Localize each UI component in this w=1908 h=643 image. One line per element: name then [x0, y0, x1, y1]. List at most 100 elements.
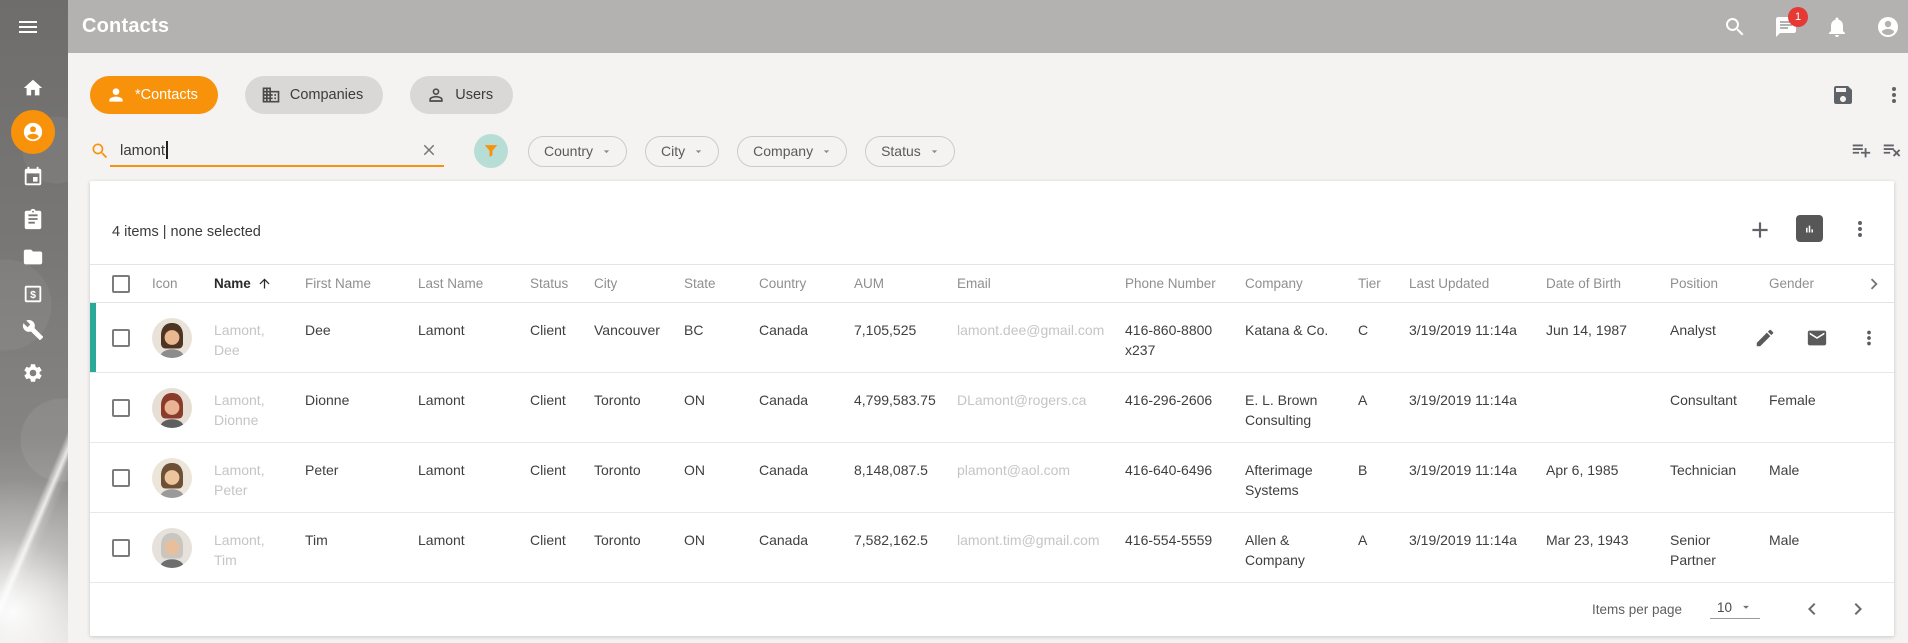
next-page-button[interactable]: [1846, 597, 1870, 621]
column-header-status[interactable]: Status: [530, 276, 594, 291]
filter-dropdown-city[interactable]: City: [645, 136, 719, 167]
column-header-gender[interactable]: Gender: [1769, 276, 1863, 291]
playlist-remove-button[interactable]: [1881, 139, 1903, 161]
email-contact-button[interactable]: [1806, 327, 1828, 349]
column-header-last-updated[interactable]: Last Updated: [1409, 276, 1546, 291]
column-header-name[interactable]: Name: [214, 276, 305, 291]
table-row[interactable]: Lamont, DionneDionneLamontClientTorontoO…: [90, 373, 1894, 443]
filter-dropdown-company[interactable]: Company: [737, 136, 847, 167]
items-per-page-select[interactable]: 10: [1710, 600, 1760, 619]
sidebar-item-tools[interactable]: [11, 308, 55, 352]
table-row[interactable]: Lamont, PeterPeterLamontClientTorontoONC…: [90, 443, 1894, 513]
add-contact-button[interactable]: [1747, 217, 1771, 241]
cell-status: Client: [530, 513, 594, 582]
previous-page-button[interactable]: [1800, 597, 1824, 621]
column-header-city[interactable]: City: [594, 276, 684, 291]
cell-city: Toronto: [594, 373, 684, 442]
cell-name: Lamont, Dionne: [214, 373, 305, 442]
building-icon: [261, 85, 281, 105]
row-checkbox[interactable]: [112, 329, 130, 347]
tab-contacts[interactable]: *Contacts: [90, 76, 218, 114]
cell-tier: C: [1358, 303, 1409, 372]
edit-contact-button[interactable]: [1754, 327, 1776, 349]
filter-dropdown-status[interactable]: Status: [865, 136, 955, 167]
sidebar-item-calendar[interactable]: [11, 155, 55, 199]
hamburger-menu-icon[interactable]: [16, 15, 40, 39]
search-input[interactable]: lamont: [110, 135, 444, 167]
view-overflow-menu-button[interactable]: [1882, 83, 1906, 107]
account-icon[interactable]: [1876, 15, 1900, 39]
table-row[interactable]: Lamont, DeeDeeLamontClientVancouverBCCan…: [90, 303, 1894, 373]
playlist-add-button[interactable]: [1850, 139, 1872, 161]
cell-email: plamont@aol.com: [957, 443, 1125, 512]
column-header-email[interactable]: Email: [957, 276, 1125, 291]
table-row[interactable]: Lamont, TimTimLamontClientTorontoONCanad…: [90, 513, 1894, 583]
list-toolbar: 4 items | none selected: [90, 181, 1894, 265]
clear-search-button[interactable]: [420, 141, 438, 159]
list-column-tools: [1850, 139, 1903, 161]
sidebar-item-contacts[interactable]: [11, 110, 55, 154]
column-header-aum[interactable]: AUM: [854, 276, 957, 291]
page-title: Contacts: [82, 0, 169, 53]
contact-avatar: [152, 458, 192, 498]
cell-email: lamont.dee@gmail.com: [957, 303, 1125, 372]
contact-avatar: [152, 528, 192, 568]
tab-label: *Contacts: [135, 87, 198, 103]
cell-last-updated: 3/19/2019 11:14a: [1409, 443, 1546, 512]
column-header-last-name[interactable]: Last Name: [418, 276, 530, 291]
column-header-tier[interactable]: Tier: [1358, 276, 1409, 291]
columns-scroll-right-icon[interactable]: [1863, 273, 1885, 295]
cell-status: Client: [530, 443, 594, 512]
column-header-date-of-birth[interactable]: Date of Birth: [1546, 276, 1670, 291]
column-header-icon[interactable]: Icon: [152, 276, 214, 291]
search-field-icon: [90, 141, 110, 161]
column-header-first-name[interactable]: First Name: [305, 276, 418, 291]
filter-button[interactable]: [474, 134, 508, 168]
chat-badge: 1: [1788, 7, 1808, 27]
filter-dropdown-country[interactable]: Country: [528, 136, 627, 167]
select-all-checkbox[interactable]: [112, 275, 130, 293]
filter-label: City: [661, 143, 685, 159]
cell-first-name: Dee: [305, 303, 418, 372]
save-button[interactable]: [1831, 83, 1855, 107]
column-header-phone-number[interactable]: Phone Number: [1125, 276, 1245, 291]
row-overflow-menu-button[interactable]: [1858, 327, 1880, 349]
row-checkbox[interactable]: [112, 539, 130, 557]
cell-date-of-birth: Mar 23, 1943: [1546, 513, 1670, 582]
cell-tier: A: [1358, 513, 1409, 582]
tab-label: Companies: [290, 87, 363, 103]
column-header-country[interactable]: Country: [759, 276, 854, 291]
sidebar-item-settings[interactable]: [11, 351, 55, 395]
cell-gender: Male: [1769, 513, 1863, 582]
tab-users[interactable]: Users: [410, 76, 513, 114]
calendar-icon: [22, 166, 44, 188]
filter-label: Company: [753, 143, 813, 159]
cell-company: Afterimage Systems: [1245, 443, 1358, 512]
sidebar-item-home[interactable]: [11, 66, 55, 110]
contacts-list-card: 4 items | none selected IconNameFirst Na…: [90, 181, 1894, 636]
tab-companies[interactable]: Companies: [245, 76, 383, 114]
list-overflow-menu-button[interactable]: [1848, 217, 1872, 241]
cell-position: Senior Partner: [1670, 513, 1769, 582]
cell-name: Lamont, Peter: [214, 443, 305, 512]
chat-icon[interactable]: 1: [1774, 15, 1798, 39]
row-checkbox[interactable]: [112, 399, 130, 417]
cell-gender: Male: [1769, 443, 1863, 512]
filter-label: Country: [544, 143, 593, 159]
notifications-bell-icon[interactable]: [1825, 15, 1849, 39]
table-header-row: IconNameFirst NameLast NameStatusCitySta…: [90, 265, 1894, 303]
cell-city: Vancouver: [594, 303, 684, 372]
cell-date-of-birth: Jun 14, 1987: [1546, 303, 1670, 372]
search-icon[interactable]: [1723, 15, 1747, 39]
column-header-company[interactable]: Company: [1245, 276, 1358, 291]
cell-gender: Female: [1769, 373, 1863, 442]
column-header-position[interactable]: Position: [1670, 276, 1769, 291]
chart-view-button[interactable]: [1796, 215, 1823, 242]
cell-first-name: Dionne: [305, 373, 418, 442]
row-checkbox[interactable]: [112, 469, 130, 487]
caret-down-icon: [820, 145, 833, 158]
cell-email: lamont.tim@gmail.com: [957, 513, 1125, 582]
kebab-icon: [1858, 327, 1880, 349]
funnel-icon: [481, 141, 501, 161]
column-header-state[interactable]: State: [684, 276, 759, 291]
